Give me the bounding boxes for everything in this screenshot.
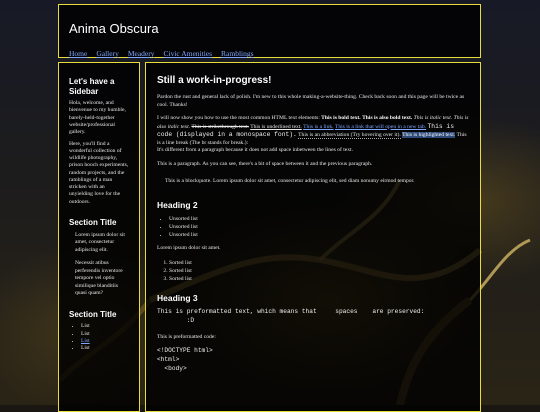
list-item: List bbox=[81, 345, 129, 352]
list-item: Lorem ipsum dolor sit amet, consectetur … bbox=[75, 231, 125, 253]
sidebar-heading: Let's have a Sidebar bbox=[69, 77, 115, 96]
code-block: <!DOCTYPE html> <html> <body> bbox=[157, 347, 213, 373]
list-item: List bbox=[81, 338, 129, 345]
sidebar-description-text: Here, you'll find a wonderful collection… bbox=[69, 140, 129, 205]
site-header: Anima Obscura Home Gallery Meadery Civic… bbox=[58, 4, 481, 58]
preformatted-code-label: This is preformatted code: bbox=[157, 333, 216, 340]
abbreviation[interactable]: This is an abbreviation (Try hovering ov… bbox=[298, 132, 401, 140]
site-title: Anima Obscura bbox=[69, 21, 159, 36]
nav-ramblings[interactable]: Ramblings bbox=[221, 49, 254, 58]
sidebar-link-list: List List List List bbox=[69, 323, 129, 352]
nav-meadery[interactable]: Meadery bbox=[128, 49, 155, 58]
sidebar-section-title-2: Section Title bbox=[69, 309, 117, 319]
paragraph: This is a paragraph. As you can see, the… bbox=[157, 160, 373, 167]
text-elements-paragraph: I will now show you how to use the most … bbox=[157, 115, 469, 154]
nav-civic-amenities[interactable]: Civic Amenities bbox=[164, 49, 213, 58]
sidebar-text-list: Lorem ipsum dolor sit amet, consectetur … bbox=[69, 232, 129, 298]
sidebar: Let's have a Sidebar Hola, welcome, and … bbox=[58, 62, 140, 412]
unsorted-list: Unsorted list Unsorted list Unsorted lis… bbox=[157, 215, 469, 239]
list-item: List bbox=[81, 323, 129, 330]
sorted-list: Sorted list Sorted list Sorted list bbox=[157, 259, 469, 283]
underlined-text: This is underlined text. bbox=[250, 123, 302, 130]
main-content: Still a work-in-progress! Pardon the rus… bbox=[145, 62, 481, 412]
heading-3: Heading 3 bbox=[157, 292, 198, 303]
italic-text: This is italic text. bbox=[413, 115, 453, 122]
nav-gallery[interactable]: Gallery bbox=[96, 49, 119, 58]
list-item: Sorted list bbox=[169, 267, 469, 275]
list-item: Sorted list bbox=[169, 259, 469, 267]
intro-paragraph: Pardon the rust and general lack of poli… bbox=[157, 94, 465, 108]
highlighted-text: This is highlighted text. bbox=[402, 132, 456, 139]
after-break-text: It's different from a paragraph because … bbox=[157, 147, 353, 154]
list-item: List bbox=[81, 331, 129, 338]
list-item: Unsorted list bbox=[169, 215, 469, 223]
main-nav: Home Gallery Meadery Civic Amenities Ram… bbox=[69, 43, 254, 61]
nav-home[interactable]: Home bbox=[69, 49, 87, 58]
strikethrough-text: This is strikethrough text. bbox=[191, 123, 249, 130]
blockquote: This is a blockquote. Lorem ipsum dolor … bbox=[165, 178, 415, 185]
page-title: Still a work-in-progress! bbox=[157, 75, 272, 86]
bold-text: This is bold text. bbox=[321, 115, 361, 122]
bold-text-2: This is also bold text. bbox=[362, 115, 413, 122]
sidebar-welcome-text: Hola, welcome, and bienvenue to my humbl… bbox=[69, 100, 126, 136]
heading-2: Heading 2 bbox=[157, 199, 198, 210]
preformatted-text: This is preformatted text, which means t… bbox=[157, 307, 425, 324]
list-item: Sorted list bbox=[169, 275, 469, 283]
sidebar-section-title: Section Title bbox=[69, 217, 117, 227]
list-item: Unsorted list bbox=[169, 223, 469, 231]
example-link[interactable]: This is a link. bbox=[303, 124, 333, 130]
sidebar-list-link[interactable]: List bbox=[81, 338, 90, 344]
example-link-new-tab[interactable]: This is a link that will open in a new t… bbox=[335, 124, 426, 130]
lorem-paragraph: Lorem ipsum dolor sit amet. bbox=[157, 244, 221, 251]
list-item: Unsorted list bbox=[169, 231, 469, 239]
list-item: Necessit atibus perferendis inventore te… bbox=[75, 260, 123, 297]
